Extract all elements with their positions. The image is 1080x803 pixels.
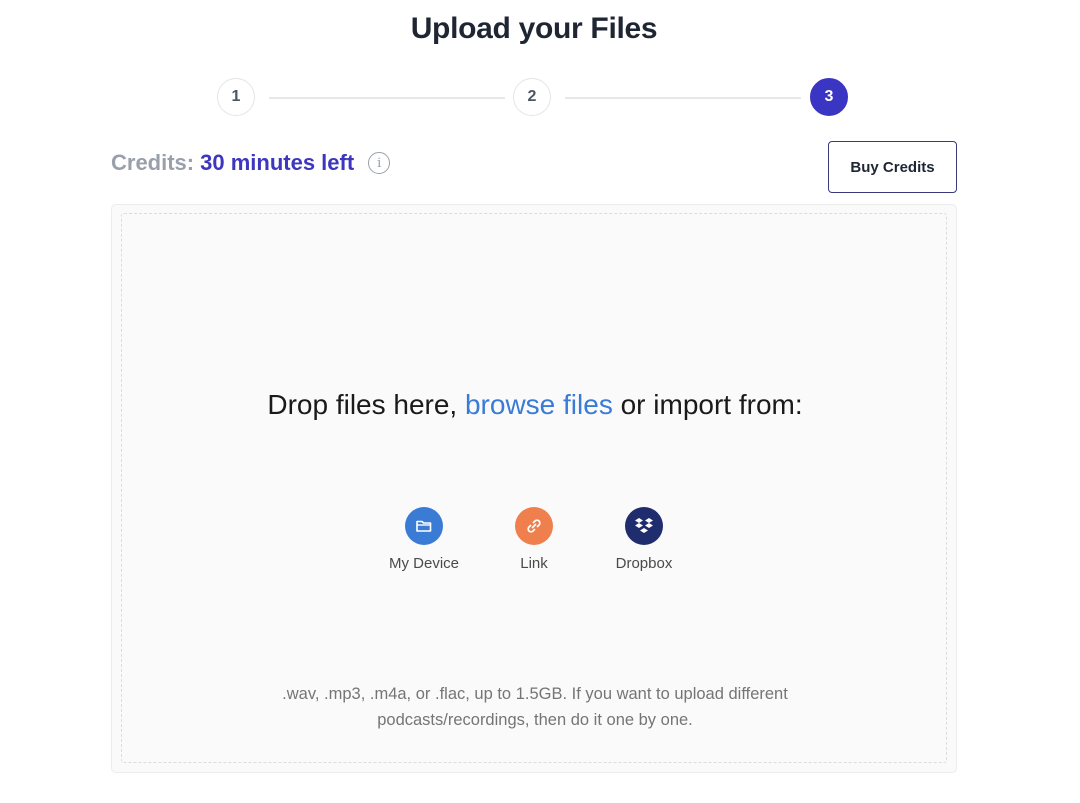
source-label: Dropbox (615, 555, 673, 572)
page-title: Upload your Files (410, 12, 658, 45)
source-dropbox[interactable]: Dropbox (594, 507, 694, 572)
stepper-connector (565, 97, 801, 99)
dropzone[interactable]: Drop files here, browse files or import … (111, 204, 957, 773)
source-link[interactable]: Link (484, 507, 584, 572)
drop-text-before: Drop files here, (267, 389, 465, 420)
link-icon (515, 507, 553, 545)
drop-text-after: or import from: (612, 389, 803, 420)
step-3-active[interactable]: 3 (810, 78, 848, 116)
step-2[interactable]: 2 (513, 78, 551, 116)
source-my-device[interactable]: My Device (374, 507, 474, 572)
dropbox-icon (625, 507, 663, 545)
upload-page: Upload your Files 1 2 3 Credits: 30 minu… (0, 0, 1080, 803)
stepper: 1 2 3 (217, 78, 850, 118)
browse-files-link[interactable]: browse files (465, 389, 613, 420)
source-label: Link (520, 555, 548, 572)
stepper-connector (269, 97, 505, 99)
source-label: My Device (388, 555, 459, 572)
file-format-hint: .wav, .mp3, .m4a, or .flac, up to 1.5GB.… (282, 685, 788, 729)
credits-info: Credits: 30 minutes left i (111, 150, 391, 176)
folder-icon (405, 507, 443, 545)
step-1[interactable]: 1 (217, 78, 255, 116)
credits-value: 30 minutes left (200, 150, 355, 175)
credits-label: Credits: (111, 150, 195, 175)
buy-credits-button[interactable]: Buy Credits (828, 141, 957, 193)
info-icon[interactable]: i (368, 152, 391, 174)
import-sources: My Device Link Dropbox (376, 507, 696, 577)
dropzone-instructions: Drop files here, browse files or import … (252, 385, 818, 425)
